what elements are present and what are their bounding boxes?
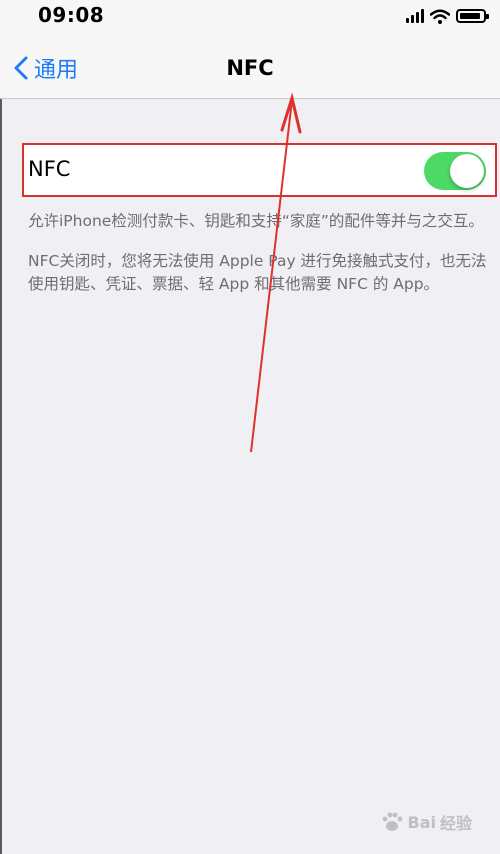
status-bar: 09:08: [0, 0, 500, 32]
page-title: NFC: [226, 56, 274, 80]
nfc-description: 允许iPhone检测付款卡、钥匙和支持“家庭”的配件等并与之交互。: [28, 212, 484, 230]
status-icons: [406, 6, 489, 26]
annotation-arrow: [250, 92, 302, 452]
watermark-label: 经验: [439, 814, 472, 833]
nfc-label: NFC: [28, 157, 71, 181]
watermark-brand: Bai: [407, 812, 436, 832]
navigation-bar: 通用 NFC: [0, 32, 500, 99]
frame-edge: [0, 0, 2, 854]
nfc-setting-row: NFC: [22, 143, 497, 197]
nfc-toggle[interactable]: [424, 152, 486, 190]
toggle-knob: [450, 154, 484, 188]
nfc-off-description: NFC关闭时，您将无法使用 Apple Pay 进行免接触式支付，也无法使用钥匙…: [28, 252, 487, 293]
watermark: Bai 经验: [380, 810, 472, 834]
battery-icon: [456, 9, 489, 23]
cellular-signal-icon: [406, 9, 424, 23]
status-time: 09:08: [38, 3, 105, 27]
wifi-icon: [430, 9, 450, 24]
paw-icon: [382, 812, 402, 831]
